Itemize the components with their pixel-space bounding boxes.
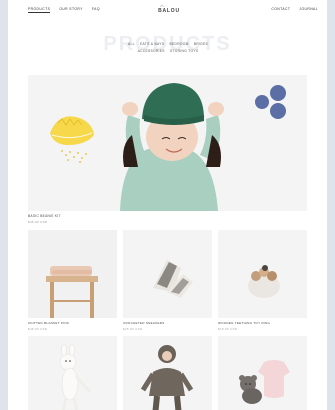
nav-journal[interactable]: JOURNAL: [299, 7, 318, 11]
nav-products[interactable]: PRODUCTS: [28, 7, 51, 13]
product-price-1: $45.00 USD: [28, 326, 48, 331]
product-name-1: KNITTED BLANKET PINK: [28, 321, 70, 325]
product-price-3: $18.00 USD: [218, 326, 238, 331]
brand-logo[interactable]: ⌒ BALOU: [156, 4, 182, 16]
product-name-3: WOODEN TEETHING TOY RING: [218, 321, 271, 325]
product-caption-3[interactable]: WOODEN TEETHING TOY RING $18.00 USD: [218, 321, 270, 331]
nav-faq[interactable]: FAQ: [92, 7, 100, 11]
product-caption-2[interactable]: CROCHETED SNEAKERS $25.00 USD: [123, 321, 165, 331]
category-accessories[interactable]: ACCESSORIES: [138, 49, 165, 53]
category-bedroom[interactable]: BEDROOM: [170, 42, 189, 46]
page-frame: PRODUCTS OUR STORY FAQ ⌒ BALOU CONTACT JOUR…: [8, 0, 327, 410]
hero-caption[interactable]: BASIC BEANIE KIT $45.00 USD: [28, 214, 61, 224]
product-card-teether[interactable]: [218, 230, 307, 318]
product-card-plush-bunny[interactable]: [28, 336, 117, 410]
teether-image: [218, 230, 307, 318]
category-filter: ALL EATS & BAYS BEDROOM BRIDES ACCESSORI…: [103, 41, 233, 55]
category-eats-bays[interactable]: EATS & BAYS: [140, 42, 164, 46]
product-card-sneakers[interactable]: [123, 230, 212, 318]
bear-romper-image: [218, 336, 307, 410]
category-storing-toys[interactable]: STORING TOYS: [170, 49, 198, 53]
secondary-nav: CONTACT JOURNAL: [271, 7, 327, 11]
hero-price: $45.00 USD: [28, 220, 48, 224]
nav-our-story[interactable]: OUR STORY: [59, 7, 83, 11]
plush-bunny-image: [28, 336, 117, 410]
logo-text: BALOU: [158, 8, 180, 14]
stool-blanket-image: [28, 230, 117, 318]
snowsuit-image: [123, 336, 212, 410]
sneakers-image: [123, 230, 212, 318]
primary-nav: PRODUCTS OUR STORY FAQ: [28, 7, 109, 13]
product-card-snowsuit[interactable]: [123, 336, 212, 410]
product-price-2: $25.00 USD: [123, 326, 143, 331]
hero-image[interactable]: [28, 75, 307, 211]
nav-contact[interactable]: CONTACT: [271, 7, 290, 11]
product-card-bear-romper[interactable]: [218, 336, 307, 410]
category-brides[interactable]: BRIDES: [194, 42, 208, 46]
hero-illustration: [28, 75, 307, 211]
product-caption-1[interactable]: KNITTED BLANKET PINK $45.00 USD: [28, 321, 69, 331]
product-card-stool-blanket[interactable]: [28, 230, 117, 318]
product-name-2: CROCHETED SNEAKERS: [123, 321, 165, 325]
hero-title: BASIC BEANIE KIT: [28, 214, 61, 218]
category-all[interactable]: ALL: [128, 42, 135, 46]
